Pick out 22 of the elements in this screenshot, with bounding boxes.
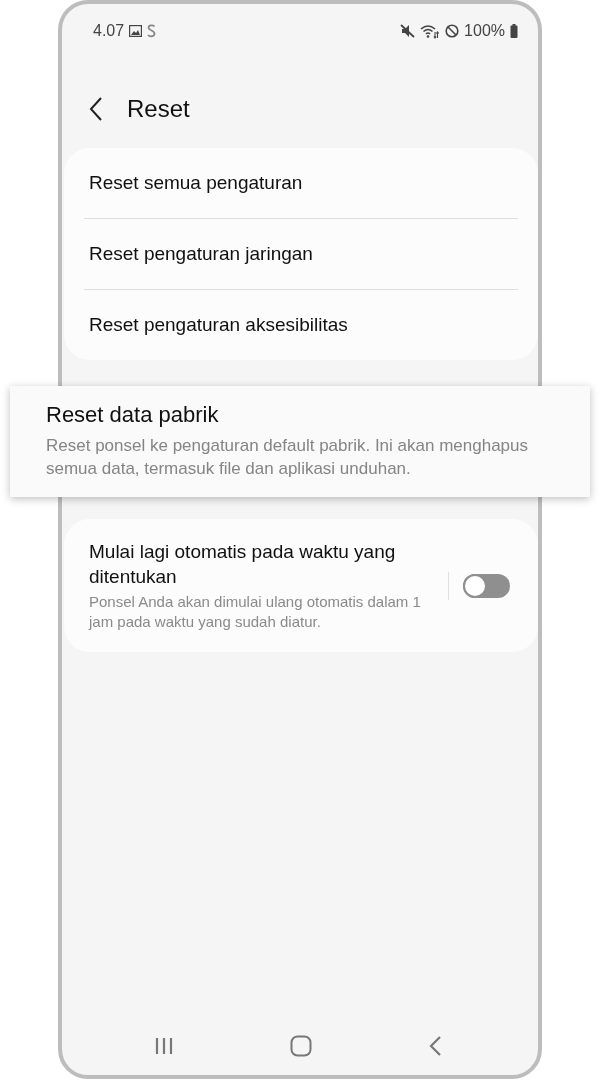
item-description: Reset ponsel ke pengaturan default pabrik. Ini akan menghapus semua data, termasuk file dan aplikasi unduhan. [46, 435, 529, 480]
back-button[interactable] [89, 96, 103, 122]
toggle-switch[interactable] [463, 573, 510, 598]
menu-item[interactable]: Reset semua pengaturan [64, 148, 538, 218]
s-logo-icon [147, 24, 157, 38]
item-description: Ponsel Anda akan dimulai ulang otomatis dalam 1 jam pada waktu yang sudah diatur. [89, 592, 422, 632]
mute-icon [400, 24, 416, 38]
battery-percent: 100% [464, 22, 505, 40]
menu-item[interactable]: Reset pengaturan aksesibilitas [64, 290, 538, 360]
highlighted-menu-item[interactable]: Reset data pabrik Reset ponsel ke pengaturan default pabrik. Ini akan menghapus semua data, termasuk file dan aplikasi unduhan. [10, 386, 590, 497]
page-title: Reset [127, 95, 190, 123]
recent-apps-icon[interactable] [154, 1037, 174, 1055]
item-title: Mulai lagi otomatis pada waktu yang ditentukan [89, 540, 397, 589]
item-title: Reset data pabrik [46, 402, 220, 428]
battery-icon [510, 24, 518, 38]
image-icon [129, 25, 143, 37]
back-icon[interactable] [428, 1035, 442, 1057]
status-time: 4.07 [93, 22, 125, 40]
home-icon[interactable] [290, 1035, 312, 1057]
wifi-icon [420, 23, 441, 39]
blocked-icon [445, 24, 460, 38]
menu-item[interactable]: Reset pengaturan jaringan [64, 219, 538, 289]
